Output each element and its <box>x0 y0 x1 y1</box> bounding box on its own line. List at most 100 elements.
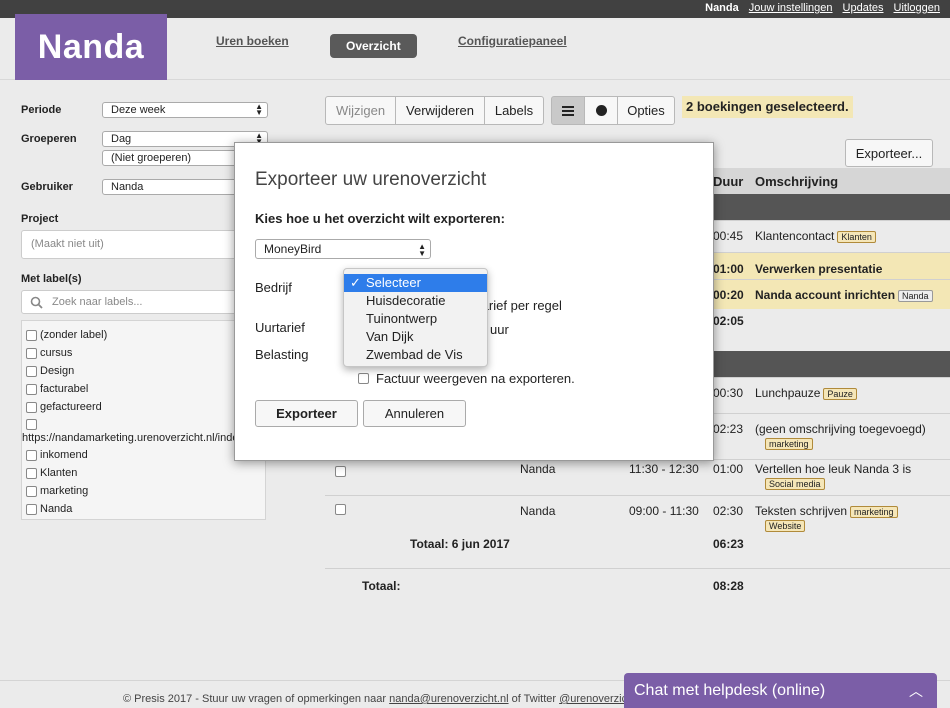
labels-search-placeholder: Zoek naar labels... <box>52 296 143 308</box>
user-value: Nanda <box>111 181 144 193</box>
group-value: Dag <box>111 133 132 145</box>
day-total-label: Totaal: 6 jun 2017 <box>410 537 510 551</box>
tag-badge[interactable]: Klanten <box>837 231 876 243</box>
project-label: Project <box>21 213 59 225</box>
label-item[interactable] <box>26 419 37 430</box>
hourly-rate-option[interactable]: uur <box>490 322 509 337</box>
nav-overview[interactable]: Overzicht <box>330 34 417 58</box>
checkbox[interactable] <box>26 467 37 479</box>
show-invoice-label: Factuur weergeven na exporteren. <box>376 371 575 386</box>
label-item[interactable]: gefactureerd <box>26 401 102 413</box>
tag-badge[interactable]: Nanda <box>898 290 933 302</box>
user-label: Gebruiker <box>21 181 73 193</box>
label-item[interactable]: (zonder label) <box>26 329 107 341</box>
updates-link[interactable]: Updates <box>843 2 884 14</box>
label-item[interactable]: marketing <box>26 485 88 497</box>
description: Nanda account inrichten Nanda <box>755 288 933 302</box>
select-arrows-icon: ▲▼ <box>255 102 263 117</box>
label-text: Design <box>40 365 75 377</box>
company-option[interactable]: Tuinontwerp <box>344 310 487 328</box>
cancel-button[interactable]: Annuleren <box>363 400 466 427</box>
company-dropdown-menu[interactable]: ✓ Selecteer Huisdecoratie Tuinontwerp Va… <box>343 268 488 367</box>
project-placeholder: (Maakt niet uit) <box>31 238 104 250</box>
checkbox[interactable] <box>26 449 37 461</box>
checkbox[interactable] <box>26 485 37 497</box>
delete-button[interactable]: Verwijderen <box>395 96 485 125</box>
checkbox[interactable] <box>26 347 37 359</box>
labels-search-input[interactable]: Zoek naar labels... <box>21 290 267 314</box>
logo[interactable]: Nanda <box>15 14 167 80</box>
support-email-link[interactable]: nanda@urenoverzicht.nl <box>389 693 508 705</box>
label-item[interactable]: Nanda <box>26 503 72 515</box>
checkbox[interactable] <box>26 365 37 377</box>
label-item[interactable]: inkomend <box>26 449 88 461</box>
chart-view-button[interactable] <box>584 96 618 125</box>
header: Nanda Uren boeken Overzicht Configuratie… <box>0 14 950 80</box>
label-item[interactable]: Klanten <box>26 467 77 479</box>
current-user: Nanda <box>705 2 739 14</box>
company-option[interactable]: Huisdecoratie <box>344 292 487 310</box>
export-button[interactable]: Exporteer... <box>845 139 933 167</box>
checkbox[interactable] <box>26 383 37 395</box>
group-value-2: (Niet groeperen) <box>111 152 192 164</box>
label-item[interactable]: cursus <box>26 347 72 359</box>
user: Nanda <box>520 462 556 476</box>
col-description: Omschrijving <box>755 174 839 189</box>
grand-total-label: Totaal: <box>362 579 401 593</box>
company-option-selected[interactable]: ✓ Selecteer <box>344 274 487 292</box>
tag-badge[interactable]: Website <box>765 520 806 532</box>
company-label: Bedrijf <box>255 280 292 295</box>
duration: 01:00 <box>713 262 744 276</box>
account-links: Nanda Jouw instellingen Updates Uitlogge… <box>705 2 940 14</box>
checkbox[interactable] <box>26 503 37 515</box>
user: Nanda <box>520 504 556 518</box>
logout-link[interactable]: Uitloggen <box>894 2 940 14</box>
row-checkbox[interactable] <box>335 466 346 477</box>
selection-status: 2 boekingen geselecteerd. <box>682 96 853 118</box>
label-item[interactable]: facturabel <box>26 383 88 395</box>
nav-hours[interactable]: Uren boeken <box>216 34 289 48</box>
checkbox[interactable] <box>26 419 37 430</box>
duration: 00:45 <box>713 229 744 243</box>
export-confirm-button[interactable]: Exporteer <box>255 400 358 427</box>
helpdesk-chat-button[interactable]: Chat met helpdesk (online) ︿ <box>624 673 937 708</box>
option-label: Selecteer <box>366 275 421 290</box>
company-option[interactable]: Zwembad de Vis <box>344 346 487 364</box>
checkbox[interactable] <box>26 329 37 341</box>
label-item[interactable]: Design <box>26 365 74 377</box>
export-format-select[interactable]: MoneyBird ▲ ▼ <box>255 239 431 259</box>
list-view-button[interactable] <box>551 96 585 125</box>
export-question: Kies hoe u het overzicht wilt exporteren… <box>255 211 505 226</box>
labels-list: (zonder label) cursus Design facturabel … <box>21 320 266 520</box>
tag-badge[interactable]: marketing <box>765 438 813 450</box>
table-row[interactable]: Nanda 11:30 - 12:30 01:00 Vertellen hoe … <box>325 459 950 495</box>
period-select[interactable]: Deze week ▲ ▼ <box>102 102 268 118</box>
labels-button[interactable]: Labels <box>484 96 544 125</box>
search-icon <box>30 296 43 309</box>
tag-badge[interactable]: Pauze <box>823 388 857 400</box>
nav-config[interactable]: Configuratiepaneel <box>458 34 567 48</box>
tax-label: Belasting <box>255 347 309 362</box>
description: Teksten schrijven marketing Website <box>755 504 898 532</box>
tag-badge[interactable]: marketing <box>850 506 898 518</box>
company-option[interactable]: Van Dijk <box>344 328 487 346</box>
label-text: (zonder label) <box>40 329 108 341</box>
description: Verwerken presentatie <box>755 262 883 276</box>
day-total-row: Totaal: 6 jun 2017 06:23 <box>325 533 950 563</box>
project-input[interactable]: (Maakt niet uit) <box>21 230 267 259</box>
description: Klantencontact Klanten <box>755 229 876 243</box>
table-row[interactable]: Nanda 09:00 - 11:30 02:30 Teksten schrij… <box>325 495 950 533</box>
description: (geen omschrijving toegevoegd) marketing <box>755 422 926 450</box>
edit-button[interactable]: Wijzigen <box>325 96 396 125</box>
select-arrows-icon: ▲▼ <box>418 242 426 258</box>
show-invoice-option[interactable]: Factuur weergeven na exporteren. <box>358 371 575 386</box>
tag-badge[interactable]: Social media <box>765 478 825 490</box>
show-invoice-checkbox[interactable] <box>358 373 369 384</box>
row-checkbox[interactable] <box>335 504 346 515</box>
settings-link[interactable]: Jouw instellingen <box>749 2 833 14</box>
checkbox[interactable] <box>26 401 37 413</box>
dialog-title: Exporteer uw urenoverzicht <box>255 169 487 190</box>
options-button[interactable]: Opties <box>617 96 675 125</box>
label-item-url[interactable]: https://nandamarketing.urenoverzicht.nl/… <box>22 432 244 444</box>
time-range: 09:00 - 11:30 <box>629 504 699 518</box>
